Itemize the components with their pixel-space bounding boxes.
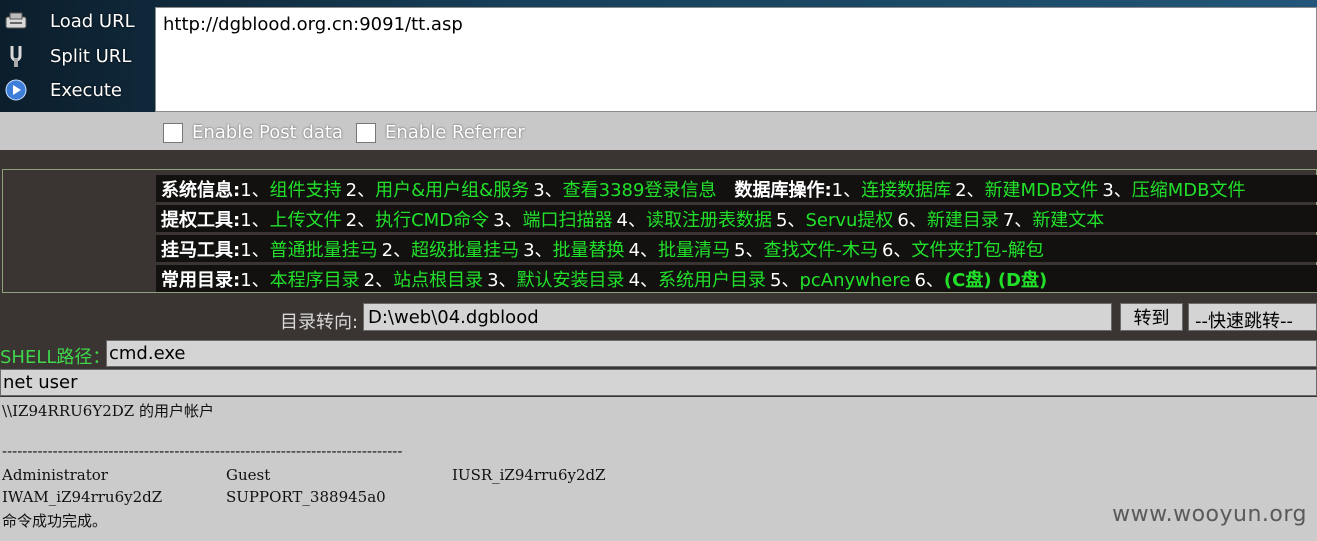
user-entry: SUPPORT_388945a0 [226,488,386,506]
menu-link[interactable]: 5、pcAnywhere [770,266,910,292]
menu-link[interactable]: 3、压缩MDB文件 [1102,176,1245,202]
command-output: \\IZ94RRU6Y2DZ 的用户帐户 -------------------… [0,397,1317,541]
menu-link[interactable]: 1、普通批量挂马 [240,236,377,262]
output-header: \\IZ94RRU6Y2DZ 的用户帐户 [2,402,214,420]
menu-head: 挂马工具: [161,239,241,261]
split-url-button[interactable]: Split URL [0,40,152,72]
shell-path-label: SHELL路径： [0,347,111,368]
user-entry: Administrator [2,466,108,484]
user-entry: Guest [226,466,271,484]
menu-row-trojan: 挂马工具: 1、普通批量挂马 2、超级批量挂马 3、批量替换 4、批量清马 5、… [156,235,1317,262]
menu-row-privilege: 提权工具: 1、上传文件 2、执行CMD命令 3、端口扫描器 4、读取注册表数据… [156,205,1317,232]
url-input[interactable]: http://dgblood.org.cn:9091/tt.asp [155,7,1317,112]
goto-button[interactable]: 转到 [1120,303,1183,331]
menu-items: 1、组件支持 2、用户&用户组&服务 3、查看3389登录信息 [240,176,720,202]
output-separator: ----------------------------------------… [2,442,403,460]
split-url-icon [4,44,28,68]
menu-link[interactable]: 2、用户&用户组&服务 [346,176,530,202]
menu-link[interactable]: 2、站点根目录 [364,266,483,292]
menu-link[interactable]: 1、连接数据库 [832,176,951,202]
menu-link[interactable]: 3、查看3389登录信息 [533,176,716,202]
split-url-label: Split URL [50,45,132,67]
enable-referrer-label: Enable Referrer [385,122,525,143]
execute-button[interactable]: Execute [0,74,152,106]
menu-link[interactable]: 3、默认安装目录 [487,266,624,292]
watermark: www.wooyun.org [1112,502,1307,527]
menu-items: 1、本程序目录 2、站点根目录 3、默认安装目录 4、系统用户目录 5、pcAn… [240,266,1051,292]
user-entry: IUSR_iZ94rru6y2dZ [452,466,606,484]
menu-items: 1、上传文件 2、执行CMD命令 3、端口扫描器 4、读取注册表数据 5、Ser… [240,206,1108,232]
dir-label: 目录转向: [280,312,359,333]
menu-head: 系统信息: [161,179,241,201]
menu-link[interactable]: 4、系统用户目录 [629,266,766,292]
menu-link[interactable]: 5、Servu提权 [776,206,893,232]
menu-head: 提权工具: [161,209,241,231]
menu-link[interactable]: 2、超级批量挂马 [382,236,519,262]
webshell-menu-panel: 系统信息: 1、组件支持 2、用户&用户组&服务 3、查看3389登录信息 数据… [2,169,1317,293]
enable-post-label: Enable Post data [192,122,343,143]
menu-link[interactable]: 2、新建MDB文件 [955,176,1098,202]
menu-link[interactable]: 5、查找文件-木马 [734,236,878,262]
shell-path-input[interactable]: cmd.exe [106,340,1317,367]
menu-link[interactable]: 6、新建目录 [897,206,998,232]
menu-link[interactable]: 1、本程序目录 [240,266,359,292]
execute-label: Execute [50,79,122,101]
quick-jump-select[interactable]: --快速跳转-- [1188,303,1317,332]
load-url-icon [4,9,28,33]
menu-subhead: 数据库操作: [734,179,832,201]
user-entry: IWAM_iZ94rru6y2dZ [2,488,163,506]
menu-link[interactable]: 3、批量替换 [523,236,624,262]
menu-link[interactable]: 4、批量清马 [629,236,730,262]
menu-items: 1、连接数据库 2、新建MDB文件 3、压缩MDB文件 [832,176,1250,202]
menu-link[interactable]: 6、文件夹打包-解包 [882,236,1044,262]
menu-head: 常用目录: [161,269,241,291]
menu-link[interactable]: 1、组件支持 [240,176,341,202]
checkbox-box[interactable] [356,122,376,143]
load-url-label: Load URL [50,10,135,32]
dir-input[interactable]: D:\web\04.dgblood [363,303,1112,331]
menu-link[interactable]: 4、读取注册表数据 [617,206,772,232]
menu-row-directories: 常用目录: 1、本程序目录 2、站点根目录 3、默认安装目录 4、系统用户目录 … [156,265,1317,292]
menu-link[interactable]: 3、端口扫描器 [493,206,612,232]
checkbox-box[interactable] [163,122,183,143]
menu-items: 1、普通批量挂马 2、超级批量挂马 3、批量替换 4、批量清马 5、查找文件-木… [240,236,1048,262]
menu-row-system: 系统信息: 1、组件支持 2、用户&用户组&服务 3、查看3389登录信息 数据… [156,175,1317,202]
enable-post-checkbox[interactable]: Enable Post data [163,122,343,143]
load-url-button[interactable]: Load URL [0,5,152,37]
command-input[interactable]: net user [0,369,1317,396]
menu-link[interactable]: 2、执行CMD命令 [346,206,489,232]
enable-referrer-checkbox[interactable]: Enable Referrer [356,122,525,143]
execute-icon [4,78,28,102]
menu-link[interactable]: 1、上传文件 [240,206,341,232]
output-done: 命令成功完成。 [2,512,108,530]
menu-link[interactable]: 6、(C盘) (D盘) [914,266,1047,292]
menu-link[interactable]: 7、新建文本 [1003,206,1104,232]
